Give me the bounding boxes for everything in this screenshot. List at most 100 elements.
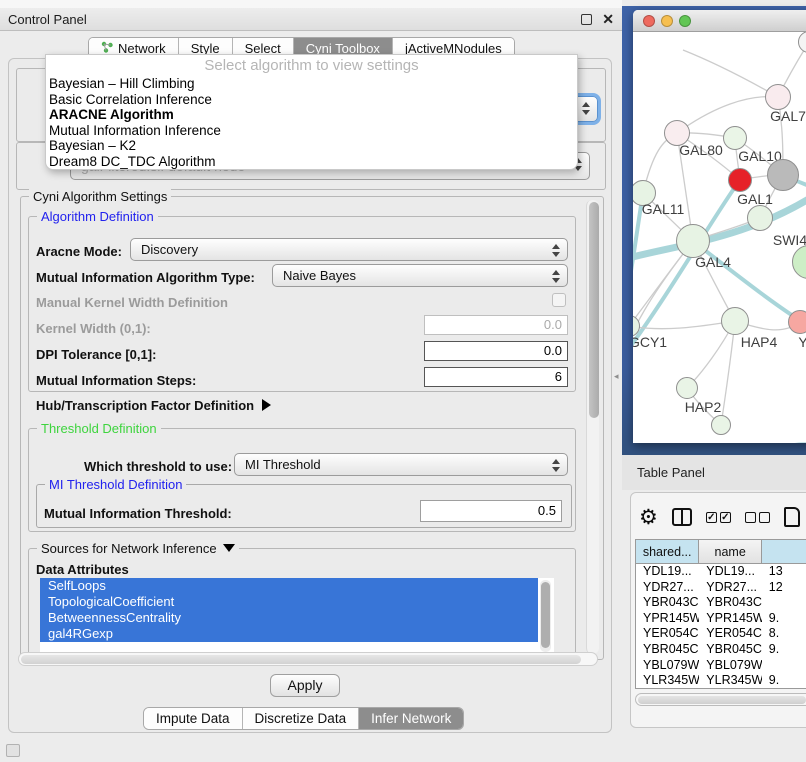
collapsed-panel-icon[interactable] — [6, 744, 20, 757]
table-row[interactable]: YPR145WYPR145W9. — [636, 611, 806, 627]
table-row[interactable]: YER054CYER054C8. — [636, 626, 806, 642]
attribute-item[interactable]: BetweennessCentrality — [40, 610, 538, 626]
table-cell: YBL079W — [699, 658, 761, 674]
network-node-gal10[interactable] — [723, 126, 747, 150]
algorithm-option[interactable]: Basic Correlation Inference — [46, 92, 577, 108]
dpi-tolerance-field[interactable]: 0.0 — [424, 341, 568, 361]
algorithm-definition-title: Algorithm Definition — [37, 209, 158, 224]
bottom-tab-discretize-data[interactable]: Discretize Data — [243, 708, 360, 729]
sources-group-title[interactable]: Sources for Network Inference — [37, 541, 239, 556]
network-node-gal1[interactable] — [728, 168, 752, 192]
network-edge[interactable] — [721, 321, 735, 425]
attribute-item[interactable]: SelfLoops — [40, 578, 538, 594]
table-cell: 9. — [762, 611, 806, 627]
table-cell: 8. — [762, 626, 806, 642]
table-cell: YBR043C — [636, 595, 699, 611]
algorithm-popup-list: Bayesian – Hill ClimbingBasic Correlatio… — [46, 76, 577, 170]
algorithm-option[interactable]: Bayesian – Hill Climbing — [46, 76, 577, 92]
aracne-mode-label: Aracne Mode: — [36, 244, 122, 259]
manual-kernel-checkbox[interactable] — [552, 293, 566, 307]
mi-threshold-definition-title: MI Threshold Definition — [45, 477, 186, 492]
column-header[interactable] — [762, 540, 806, 564]
settings-vertical-scrollbar-thumb[interactable] — [589, 202, 599, 418]
minimize-traffic-icon[interactable] — [661, 15, 673, 27]
table-cell: YLR345W — [636, 673, 699, 689]
combobox-stepper-icon — [552, 243, 560, 258]
table-row[interactable]: YDL19...YDL19...13 — [636, 564, 806, 580]
gear-icon[interactable]: ⚙ — [639, 507, 658, 528]
settings-horizontal-scrollbar-thumb[interactable] — [21, 655, 581, 664]
attributes-scrollbar[interactable] — [540, 580, 551, 652]
attributes-scrollbar-thumb[interactable] — [541, 582, 550, 648]
network-window-titlebar[interactable] — [633, 10, 806, 32]
network-node-y[interactable] — [788, 310, 806, 334]
combobox-stepper-icon — [552, 269, 560, 284]
table-row[interactable]: YBR045CYBR045C9. — [636, 642, 806, 658]
node-label: GAL4 — [695, 254, 731, 270]
network-node[interactable] — [767, 159, 799, 191]
algorithm-option[interactable]: Mutual Information Inference — [46, 123, 577, 139]
data-attributes-list[interactable]: SelfLoopsTopologicalCoefficientBetweenne… — [40, 578, 554, 654]
table-row[interactable]: YBR043CYBR043C — [636, 595, 806, 611]
network-node-hap4[interactable] — [721, 307, 749, 335]
table-cell: YPR145W — [636, 611, 699, 627]
new-table-icon[interactable] — [784, 507, 800, 527]
table-row[interactable]: YLR345WYLR345W9. — [636, 673, 806, 689]
table-row[interactable]: YBL079WYBL079W — [636, 658, 806, 674]
table-cell: 12 — [762, 580, 806, 596]
which-threshold-value: MI Threshold — [245, 457, 321, 472]
network-edge[interactable] — [633, 241, 693, 372]
split-columns-icon[interactable] — [672, 508, 692, 526]
bottom-tab-infer-network[interactable]: Infer Network — [359, 708, 463, 729]
mi-steps-field[interactable]: 6 — [424, 367, 568, 387]
algorithm-option[interactable]: Dream8 DC_TDC Algorithm — [46, 154, 577, 170]
mi-type-combobox[interactable]: Naive Bayes — [272, 264, 568, 287]
node-label: GAL7 — [770, 108, 806, 124]
kernel-width-label: Kernel Width (0,1): — [36, 321, 151, 336]
close-icon[interactable]: ✕ — [602, 12, 614, 26]
table-cell: 9. — [762, 673, 806, 689]
mi-threshold-field[interactable]: 0.5 — [420, 500, 562, 522]
network-node[interactable] — [711, 415, 731, 435]
settings-vertical-scrollbar[interactable] — [586, 200, 599, 654]
algorithm-option[interactable]: ARACNE Algorithm — [46, 107, 577, 123]
table-row[interactable]: YDR27...YDR27...12 — [636, 580, 806, 596]
settings-horizontal-scrollbar[interactable] — [18, 652, 598, 666]
deselect-all-checks-icon[interactable] — [745, 512, 770, 523]
mi-threshold-label: Mutual Information Threshold: — [44, 506, 232, 521]
network-node-swi4[interactable] — [747, 205, 773, 231]
algorithm-option[interactable]: Bayesian – K2 — [46, 138, 577, 154]
hub-definition-label[interactable]: Hub/Transcription Factor Definition — [36, 398, 271, 413]
network-node-hap2[interactable] — [676, 377, 698, 399]
panel-divider-arrow-icon[interactable]: ◂ — [614, 371, 619, 382]
attribute-item[interactable]: gal4RGexp — [40, 626, 538, 642]
network-canvas[interactable]: GAL7GAL80GAL10GAL1GAL11SWI4GAL4GCY1HAP4Y… — [633, 32, 806, 443]
table-horizontal-scrollbar[interactable] — [635, 693, 806, 706]
float-window-icon[interactable] — [581, 14, 592, 25]
network-node-gal7[interactable] — [765, 84, 791, 110]
table-body: YDL19...YDL19...13YDR27...YDR27...12YBR0… — [636, 564, 806, 689]
select-all-checks-icon[interactable]: ✓✓ — [706, 512, 731, 523]
apply-button[interactable]: Apply — [270, 674, 340, 697]
network-edge[interactable] — [683, 50, 778, 97]
bottom-tab-impute-data[interactable]: Impute Data — [144, 708, 243, 729]
column-header[interactable]: shared... — [636, 540, 699, 564]
table-panel-title: Table Panel — [637, 465, 705, 480]
network-node-gal4[interactable] — [676, 224, 710, 258]
zoom-traffic-icon[interactable] — [679, 15, 691, 27]
aracne-mode-combobox[interactable]: Discovery — [130, 238, 568, 261]
close-traffic-icon[interactable] — [643, 15, 655, 27]
table-cell: YER054C — [636, 626, 699, 642]
node-label: HAP4 — [741, 334, 778, 350]
kernel-width-field[interactable]: 0.0 — [424, 315, 568, 335]
table-cell — [762, 658, 806, 674]
table-cell: YBR045C — [636, 642, 699, 658]
attribute-item[interactable]: TopologicalCoefficient — [40, 594, 538, 610]
manual-kernel-label: Manual Kernel Width Definition — [36, 295, 228, 310]
which-threshold-combobox[interactable]: MI Threshold — [234, 453, 568, 476]
column-header[interactable]: name — [699, 540, 762, 564]
node-label: Y — [798, 334, 806, 350]
table-horizontal-scrollbar-thumb[interactable] — [638, 696, 806, 704]
table-toolbar: ⚙ ✓✓ — [639, 503, 806, 531]
combobox-stepper-icon — [582, 101, 590, 116]
